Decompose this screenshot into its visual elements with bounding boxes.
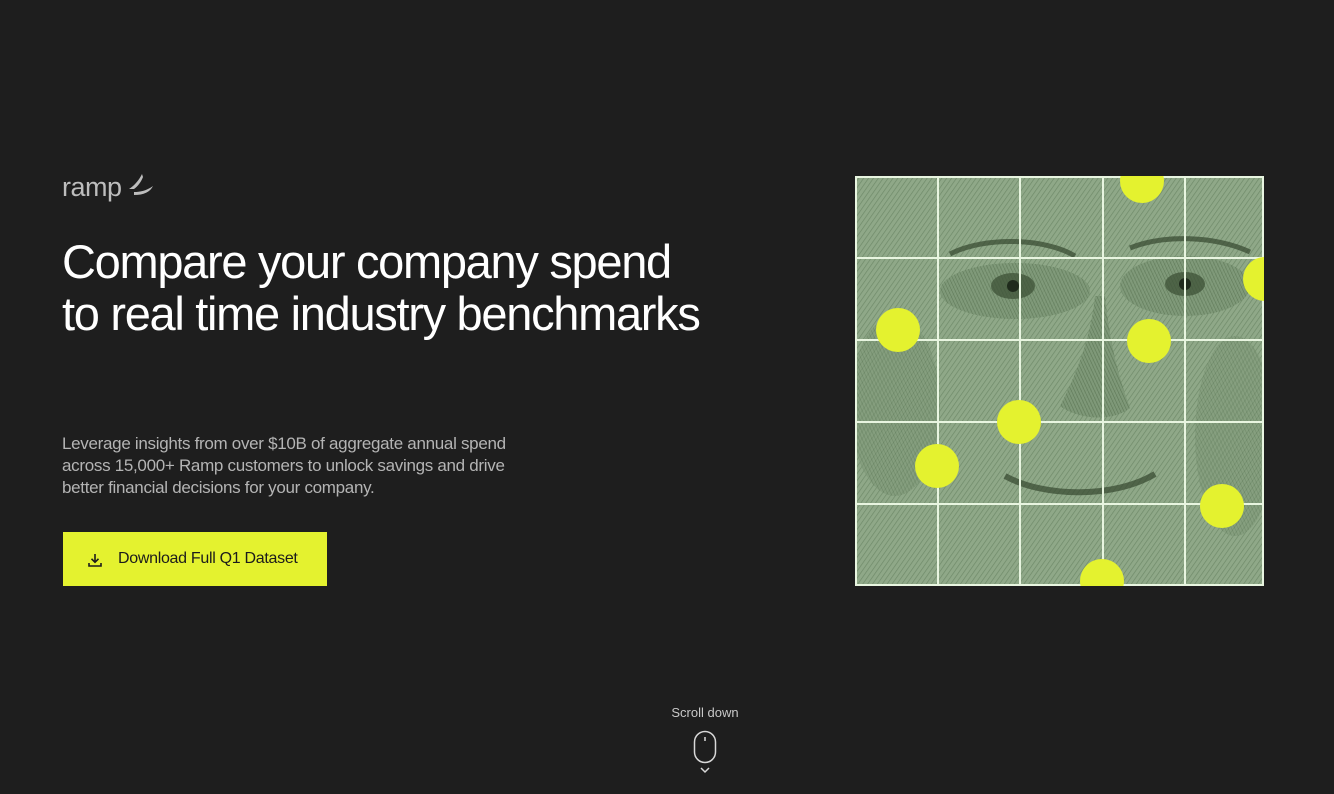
download-icon: [88, 554, 102, 567]
logo-wordmark: ramp: [62, 172, 122, 202]
page: ramp Compare your company spend to real …: [0, 0, 1334, 794]
download-button-label: Download Full Q1 Dataset: [118, 550, 298, 567]
page-title: Compare your company spend to real time …: [62, 235, 701, 340]
hero-description: Leverage insights from over $10B of aggr…: [62, 434, 506, 497]
ramp-logo[interactable]: ramp: [62, 172, 154, 202]
chevron-down-icon: [700, 767, 710, 774]
download-dataset-button[interactable]: Download Full Q1 Dataset: [63, 532, 327, 586]
ramp-mark-icon: [128, 174, 153, 195]
scroll-hint[interactable]: Scroll down: [655, 705, 755, 774]
banknote-portrait-grid-image: [855, 176, 1264, 586]
scroll-hint-label: Scroll down: [671, 705, 739, 720]
mouse-icon: [693, 730, 717, 764]
